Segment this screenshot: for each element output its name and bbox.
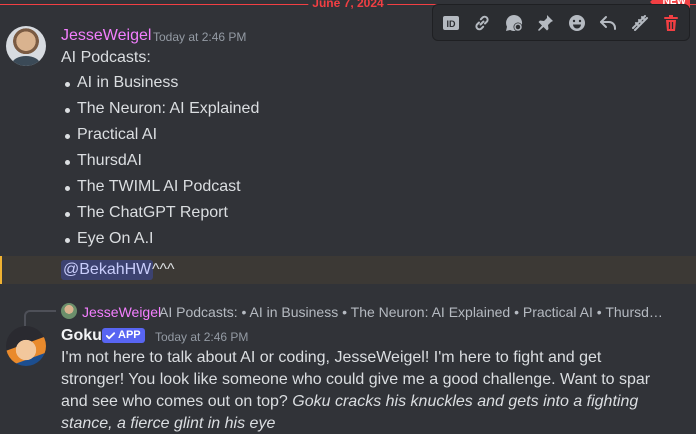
message-author[interactable]: JesseWeigel: [61, 26, 151, 46]
reply-preview[interactable]: AI Podcasts: • AI in Business • The Neur…: [159, 303, 664, 321]
list-item: AI in Business: [61, 73, 259, 99]
message-author[interactable]: Goku: [61, 326, 102, 346]
message-timestamp: Today at 2:46 PM: [155, 330, 249, 344]
app-badge: APP: [102, 328, 145, 343]
list-item: The Neuron: AI Explained: [61, 99, 259, 125]
avatar[interactable]: [6, 26, 46, 66]
podcast-list: AI in Business The Neuron: AI Explained …: [61, 73, 259, 255]
reply-connector: [24, 310, 56, 326]
mention-suffix-text: ^^^: [152, 261, 175, 278]
ruler-icon[interactable]: [626, 9, 654, 37]
chat-view: June 7, 2024 NEW JesseWeigel Today at 2:…: [0, 0, 696, 434]
user-mention[interactable]: @BekahHW: [61, 260, 154, 280]
list-item: The ChatGPT Report: [61, 203, 259, 229]
reply-author[interactable]: JesseWeigel: [82, 303, 161, 321]
thread-icon[interactable]: [500, 9, 528, 37]
avatar[interactable]: [6, 326, 46, 366]
app-badge-label: APP: [118, 329, 141, 341]
svg-text:ID: ID: [447, 19, 457, 29]
reply-icon[interactable]: [594, 9, 622, 37]
list-item: ThursdAI: [61, 151, 259, 177]
message-intro: AI Podcasts:: [61, 49, 151, 66]
copy-id-icon[interactable]: ID: [437, 9, 465, 37]
list-item: Practical AI: [61, 125, 259, 151]
reply-avatar[interactable]: [61, 303, 77, 319]
emoji-icon[interactable]: [563, 9, 591, 37]
message-timestamp: Today at 2:46 PM: [153, 30, 247, 44]
pin-icon[interactable]: [531, 9, 559, 37]
mention-message-row[interactable]: @BekahHW ^^^: [0, 256, 696, 284]
list-item: The TWIML AI Podcast: [61, 177, 259, 203]
message-body: I'm not here to talk about AI or coding,…: [61, 347, 661, 434]
list-item: Eye On A.I: [61, 229, 259, 255]
verified-check-icon: [105, 332, 116, 340]
trash-icon[interactable]: [657, 9, 685, 37]
link-icon[interactable]: [468, 9, 496, 37]
message-actions-toolbar: ID: [432, 4, 690, 41]
